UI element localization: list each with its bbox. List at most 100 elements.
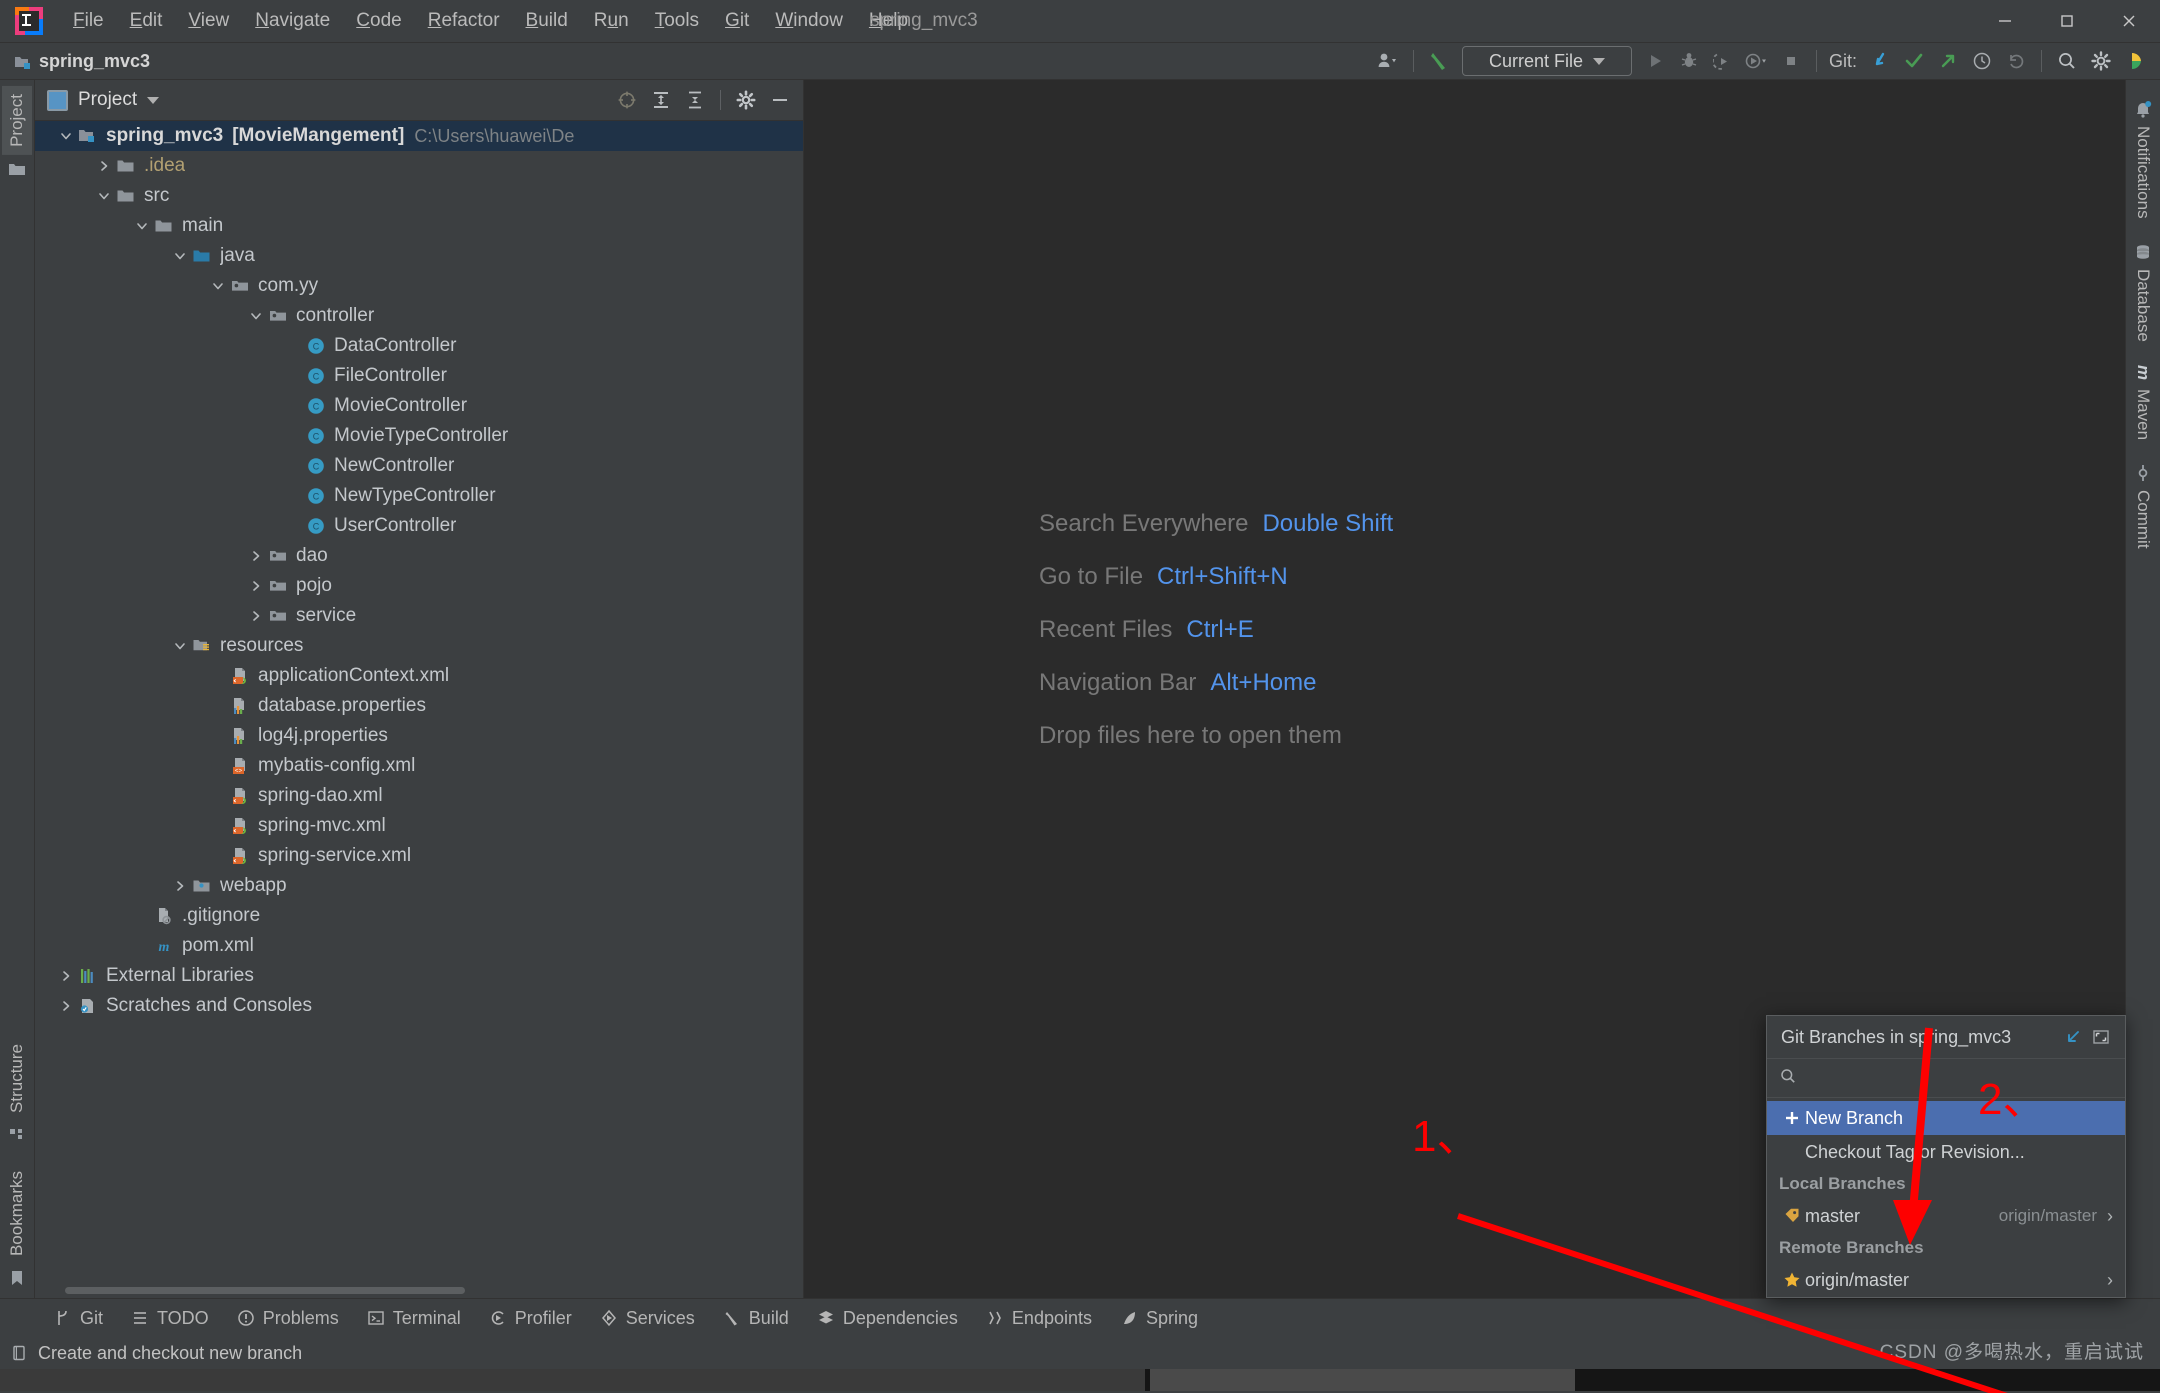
chevron-right-icon[interactable]: ›: [2107, 1270, 2113, 1291]
tool-window-dependencies[interactable]: Dependencies: [803, 1304, 972, 1333]
tree-row[interactable]: C MovieTypeController: [35, 421, 803, 451]
breadcrumb[interactable]: spring_mvc3: [14, 51, 150, 72]
tool-window-endpoints[interactable]: Endpoints: [972, 1304, 1106, 1333]
tree-row[interactable]: C NewTypeController: [35, 481, 803, 511]
chevron-down-icon[interactable]: [207, 279, 229, 293]
tree-row[interactable]: java: [35, 241, 803, 271]
commit-checkmark-icon[interactable]: [1897, 46, 1931, 76]
chevron-down-icon[interactable]: [169, 249, 191, 263]
tree-row[interactable]: spring-dao.xml: [35, 781, 803, 811]
update-project-icon[interactable]: [1863, 46, 1897, 76]
tree-row[interactable]: External Libraries: [35, 961, 803, 991]
tree-row[interactable]: spring-mvc.xml: [35, 811, 803, 841]
history-clock-icon[interactable]: [1965, 46, 1999, 76]
collapse-all-icon[interactable]: [680, 86, 710, 114]
run-icon[interactable]: [1638, 46, 1672, 76]
project-tree-hscrollbar[interactable]: [35, 1284, 803, 1298]
ide-feedback-icon[interactable]: [2118, 46, 2152, 76]
tree-row[interactable]: Scratches and Consoles: [35, 991, 803, 1021]
chevron-right-icon[interactable]: [245, 609, 267, 623]
stop-icon[interactable]: [1774, 46, 1808, 76]
tool-window-todo[interactable]: TODO: [117, 1304, 223, 1333]
tree-row[interactable]: .idea: [35, 151, 803, 181]
git-branch-list[interactable]: New Branch Checkout Tag or Revision... Loc…: [1767, 1098, 2125, 1297]
tree-row[interactable]: controller: [35, 301, 803, 331]
git-popup-search[interactable]: [1767, 1059, 2125, 1098]
git-popup-new-branch-item[interactable]: New Branch: [1767, 1101, 2125, 1135]
chevron-down-icon[interactable]: [147, 96, 160, 104]
menu-tools[interactable]: Tools: [642, 6, 712, 36]
tree-row[interactable]: log4j.properties: [35, 721, 803, 751]
run-with-coverage-icon[interactable]: [1706, 46, 1740, 76]
tree-row[interactable]: webapp: [35, 871, 803, 901]
select-opened-file-icon[interactable]: [612, 86, 642, 114]
git-branch-row[interactable]: origin/master ›: [1767, 1263, 2125, 1297]
search-icon[interactable]: [2050, 46, 2084, 76]
tree-row[interactable]: pojo: [35, 571, 803, 601]
menu-build[interactable]: Build: [513, 6, 581, 36]
menu-code[interactable]: Code: [343, 6, 414, 36]
menu-window[interactable]: Window: [762, 6, 856, 36]
tree-row[interactable]: C FileController: [35, 361, 803, 391]
sidebar-item-project[interactable]: Project: [2, 86, 32, 155]
menu-git[interactable]: Git: [712, 6, 762, 36]
tool-window-spring[interactable]: Spring: [1106, 1304, 1212, 1333]
git-branch-row[interactable]: master origin/master ›: [1767, 1199, 2125, 1233]
git-popup-checkout-item[interactable]: Checkout Tag or Revision...: [1767, 1135, 2125, 1169]
tree-row[interactable]: <> mybatis-config.xml: [35, 751, 803, 781]
restore-window-icon[interactable]: [2087, 1024, 2115, 1050]
tree-row[interactable]: C UserController: [35, 511, 803, 541]
menu-navigate[interactable]: Navigate: [242, 6, 343, 36]
chevron-down-icon[interactable]: [245, 309, 267, 323]
chevron-right-icon[interactable]: ›: [2107, 1206, 2113, 1227]
tree-row[interactable]: com.yy: [35, 271, 803, 301]
hide-panel-icon[interactable]: [765, 86, 795, 114]
chevron-right-icon[interactable]: [93, 159, 115, 173]
scrollbar-thumb[interactable]: [65, 1287, 465, 1294]
tool-window-profiler[interactable]: Profiler: [475, 1304, 586, 1333]
settings-gear-icon[interactable]: [2084, 46, 2118, 76]
tree-row[interactable]: .gitignore: [35, 901, 803, 931]
chevron-right-icon[interactable]: [169, 879, 191, 893]
debug-icon[interactable]: [1672, 46, 1706, 76]
tool-window-terminal[interactable]: Terminal: [353, 1304, 475, 1333]
chevron-down-icon[interactable]: [93, 189, 115, 203]
menu-file[interactable]: File: [60, 6, 117, 36]
rollback-icon[interactable]: [1999, 46, 2033, 76]
menu-edit[interactable]: Edit: [117, 6, 176, 36]
sidebar-item-structure[interactable]: Structure: [2, 1036, 32, 1121]
chevron-down-icon[interactable]: [131, 219, 153, 233]
minimize-icon[interactable]: [1974, 0, 2036, 42]
project-panel-title-group[interactable]: Project: [47, 89, 160, 111]
chevron-right-icon[interactable]: [55, 999, 77, 1013]
tree-row[interactable]: spring-service.xml: [35, 841, 803, 871]
git-branches-popup[interactable]: Git Branches in spring_mvc3 New Branch C…: [1766, 1015, 2126, 1298]
tree-row[interactable]: applicationContext.xml: [35, 661, 803, 691]
sidebar-item-commit[interactable]: Commit: [2128, 454, 2158, 559]
menu-run[interactable]: Run: [581, 6, 642, 36]
pin-arrow-icon[interactable]: [2059, 1024, 2087, 1050]
chevron-right-icon[interactable]: [55, 969, 77, 983]
sidebar-item-database[interactable]: Database: [2128, 233, 2158, 352]
maximize-icon[interactable]: [2036, 0, 2098, 42]
tool-window-build[interactable]: Build: [709, 1304, 803, 1333]
tree-row[interactable]: m pom.xml: [35, 931, 803, 961]
sidebar-item-maven[interactable]: m Maven: [2128, 355, 2158, 449]
tool-window-git[interactable]: Git: [40, 1304, 117, 1333]
chevron-right-icon[interactable]: [245, 579, 267, 593]
tree-row[interactable]: database.properties: [35, 691, 803, 721]
push-arrow-icon[interactable]: [1931, 46, 1965, 76]
user-avatar-icon[interactable]: [1371, 46, 1405, 76]
sidebar-item-bookmarks[interactable]: Bookmarks: [2, 1163, 32, 1264]
tree-row[interactable]: src: [35, 181, 803, 211]
chevron-down-icon[interactable]: [169, 639, 191, 653]
git-branch-search-input[interactable]: [1805, 1066, 2113, 1090]
tree-row[interactable]: main: [35, 211, 803, 241]
close-icon[interactable]: [2098, 0, 2160, 42]
tree-row[interactable]: spring_mvc3 [MovieMangement] C:\Users\huaw…: [35, 121, 803, 151]
chevron-down-icon[interactable]: [55, 129, 77, 143]
tree-row[interactable]: C DataController: [35, 331, 803, 361]
sidebar-item-notifications[interactable]: Notifications: [2128, 90, 2158, 229]
tree-row[interactable]: dao: [35, 541, 803, 571]
menu-refactor[interactable]: Refactor: [415, 6, 513, 36]
